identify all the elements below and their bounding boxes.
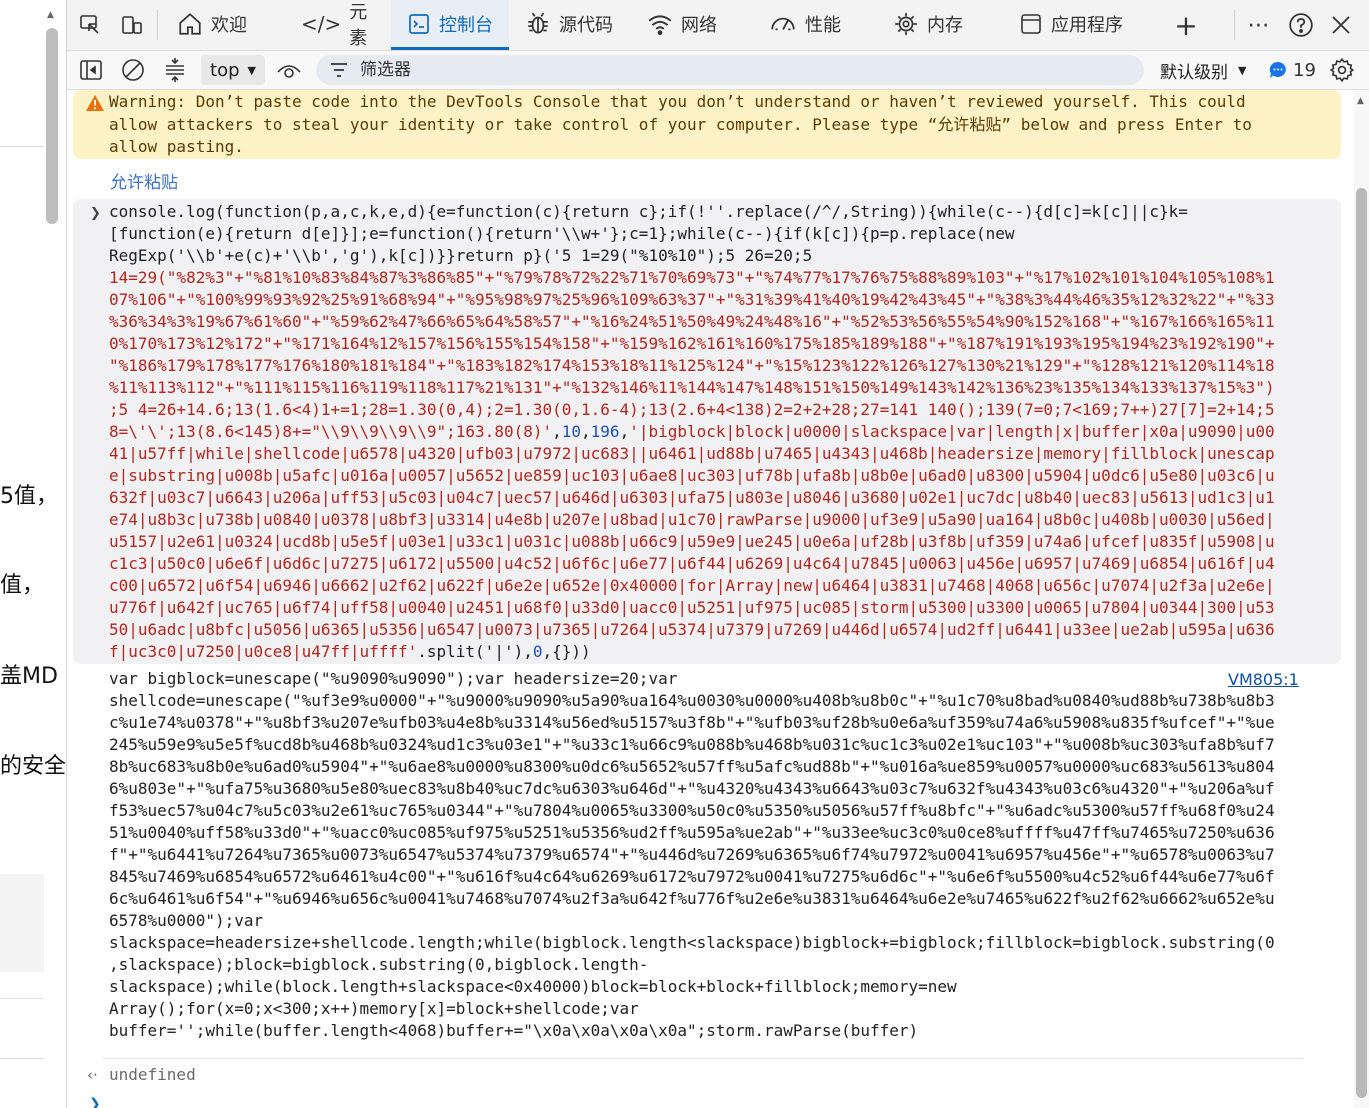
page-divider	[0, 146, 44, 147]
result-value: undefined	[109, 1065, 196, 1084]
inspect-element-icon[interactable]	[73, 8, 107, 42]
tab-elements[interactable]: </> 元素	[301, 0, 381, 49]
result-arrow-icon: ‹·	[87, 1066, 98, 1084]
dropdown-arrow-icon: ▼	[1238, 63, 1247, 77]
add-tool-plus-icon[interactable]: +	[1169, 8, 1203, 42]
log-output-text: var bigblock=unescape("%u9090%u9090");va…	[109, 669, 1275, 1040]
page-gray-block	[0, 874, 44, 972]
live-expression-eye-icon[interactable]	[275, 54, 303, 86]
page-text-fragment: 盖MD	[0, 664, 58, 689]
console-scrollbar[interactable]: ▲	[1354, 90, 1369, 1108]
help-icon[interactable]	[1284, 8, 1318, 42]
close-icon[interactable]	[1324, 8, 1358, 42]
page-text-fragment: 值，	[0, 573, 45, 598]
collapse-groups-icon[interactable]	[161, 54, 189, 86]
chat-bubble-icon	[1269, 61, 1286, 78]
allow-paste-hint: 允许粘贴	[110, 173, 178, 193]
issues-counter[interactable]: 19	[1269, 55, 1316, 85]
console-log-output: VM805:1 var bigblock=unescape("%u9090%u9…	[73, 668, 1341, 1054]
page-text-fragment: 5值，	[0, 484, 58, 509]
device-emulation-icon[interactable]	[115, 8, 149, 42]
tab-label: 网络	[681, 15, 717, 36]
dropdown-arrow-icon: ▼	[247, 63, 256, 77]
code-tag-icon: </>	[301, 12, 342, 36]
warning-triangle-icon	[86, 95, 104, 111]
next-prompt-chevron-icon[interactable]: ❯	[89, 1096, 101, 1108]
input-code-text: console.log(function(p,a,c,k,e,d){e=func…	[109, 202, 1275, 661]
page-text-fragment: 的安全	[0, 754, 67, 779]
console-output-area[interactable]: Warning: Don’t paste code into the DevTo…	[67, 90, 1354, 1108]
tab-separator	[1234, 10, 1235, 40]
console-toolbar: top ▼ 默认级别 ▼ 19	[67, 51, 1369, 90]
issues-count: 19	[1293, 59, 1316, 81]
devtools-tab-bar: 欢迎 </> 元素 控制台 源代码 网络 性能 内存 应用程序 + ⋯	[67, 0, 1369, 51]
tab-label: 欢迎	[211, 15, 247, 36]
input-chevron-icon: ❯	[90, 206, 101, 221]
context-selector[interactable]: top ▼	[201, 55, 265, 85]
tab-label: 性能	[805, 15, 841, 36]
background-page: ▲ 5值， 值， 盖MD 的安全	[0, 0, 67, 1108]
tab-label: 内存	[927, 15, 963, 36]
tab-label: 控制台	[439, 15, 493, 36]
page-divider	[0, 998, 44, 999]
filter-bar[interactable]	[316, 55, 1144, 85]
gauge-icon	[771, 17, 795, 31]
tab-label: 源代码	[559, 15, 613, 36]
context-value: top	[210, 59, 240, 81]
more-options-icon[interactable]: ⋯	[1242, 8, 1276, 42]
settings-gear-icon[interactable]	[1327, 54, 1357, 86]
tab-network[interactable]: 网络	[647, 0, 727, 48]
warning-text: Warning: Don’t paste code into the DevTo…	[109, 92, 1252, 156]
log-level-dropdown[interactable]: 默认级别 ▼	[1160, 55, 1246, 85]
chip-icon	[895, 13, 917, 35]
page-divider	[0, 1058, 44, 1059]
tab-sources[interactable]: 源代码	[525, 0, 625, 48]
tab-welcome[interactable]: 欢迎	[177, 0, 257, 48]
tab-memory[interactable]: 内存	[893, 0, 973, 48]
filter-input[interactable]	[358, 59, 1062, 81]
wifi-icon	[648, 15, 672, 36]
tab-application[interactable]: 应用程序	[1019, 0, 1159, 48]
console-input-entry[interactable]: ❯ console.log(function(p,a,c,k,e,d){e=fu…	[73, 199, 1341, 664]
log-level-label: 默认级别	[1160, 62, 1228, 83]
clear-console-icon[interactable]	[119, 54, 147, 86]
tab-separator	[157, 10, 158, 40]
console-icon	[409, 14, 429, 34]
tab-console[interactable]: 控制台	[391, 0, 509, 50]
devtools-panel: 欢迎 </> 元素 控制台 源代码 网络 性能 内存 应用程序 + ⋯ top …	[67, 0, 1369, 1108]
scrollbar-thumb[interactable]	[1356, 188, 1367, 1098]
sidebar-toggle-icon[interactable]	[77, 54, 105, 86]
home-icon	[179, 13, 201, 35]
tab-label: 应用程序	[1051, 15, 1123, 36]
scroll-up-arrow-icon[interactable]: ▲	[47, 10, 54, 20]
message-divider	[103, 1058, 1303, 1059]
paste-warning-message: Warning: Don’t paste code into the DevTo…	[73, 90, 1341, 159]
page-scrollbar-thumb[interactable]	[46, 28, 58, 224]
bug-icon	[528, 12, 548, 34]
tab-performance[interactable]: 性能	[769, 0, 849, 48]
filter-icon	[331, 63, 347, 77]
tab-label: 元素	[349, 2, 368, 49]
scroll-up-arrow-icon[interactable]: ▲	[1357, 96, 1364, 106]
app-window-icon	[1021, 14, 1041, 34]
